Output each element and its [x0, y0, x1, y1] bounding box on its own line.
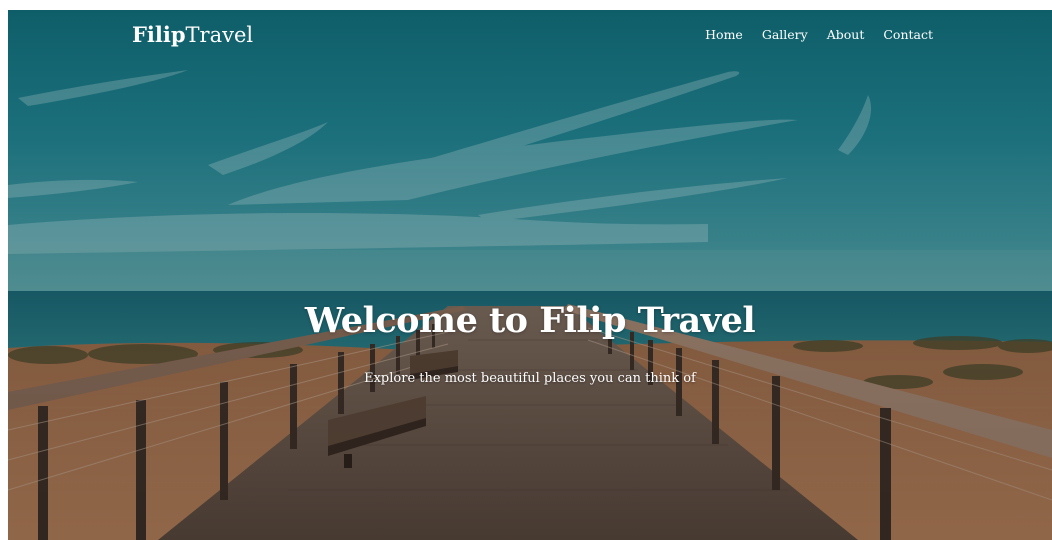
nav-item-gallery: Gallery [752, 26, 817, 44]
brand-name-bold: Filip [132, 22, 186, 47]
hero-section: FilipTravel Home Gallery About Contact W… [8, 10, 1052, 540]
nav-link-about[interactable]: About [817, 26, 874, 44]
nav-item-contact: Contact [874, 26, 933, 44]
nav-link-gallery[interactable]: Gallery [752, 26, 817, 44]
hero-subtitle: Explore the most beautiful places you ca… [364, 371, 696, 386]
nav-link-contact[interactable]: Contact [874, 26, 933, 44]
nav-item-home: Home [696, 26, 753, 44]
navbar: FilipTravel Home Gallery About Contact [8, 10, 1052, 60]
hero-background-image [8, 10, 1052, 540]
brand-name-light: Travel [185, 23, 254, 47]
brand-logo[interactable]: FilipTravel [132, 22, 253, 48]
nav-item-about: About [817, 26, 874, 44]
nav-links: Home Gallery About Contact [696, 26, 933, 44]
nav-link-home[interactable]: Home [696, 26, 753, 44]
hero-content: Welcome to Filip Travel Explore the most… [8, 299, 1052, 388]
hero-title: Welcome to Filip Travel [304, 300, 756, 341]
